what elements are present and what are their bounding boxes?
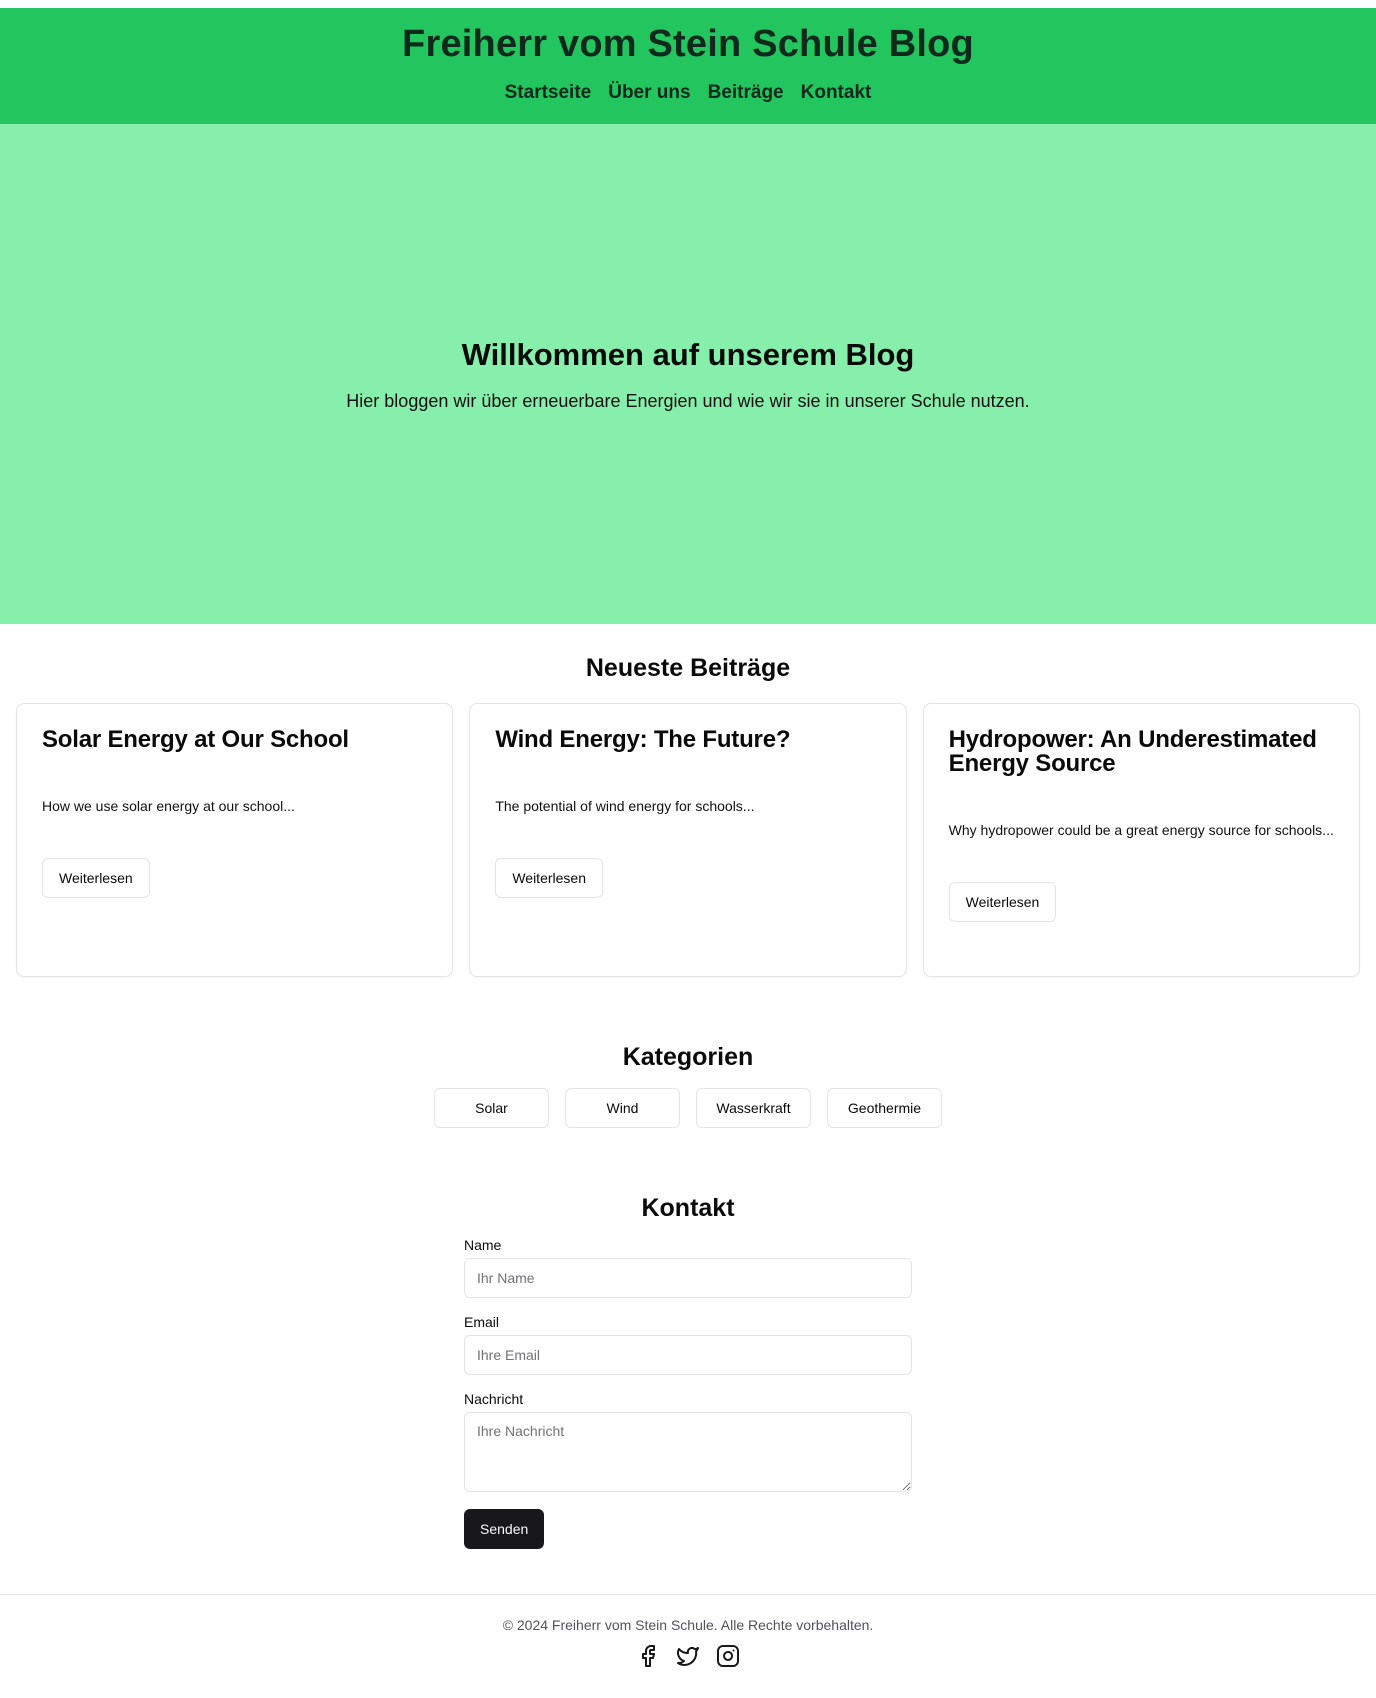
hero-title: Willkommen auf unserem Blog — [461, 336, 915, 372]
nav-link-startseite[interactable]: Startseite — [505, 82, 592, 104]
name-input[interactable] — [464, 1258, 912, 1298]
post-cards: Solar Energy at Our School How we use so… — [0, 683, 1376, 977]
post-card-excerpt: How we use solar energy at our school... — [42, 798, 295, 814]
facebook-icon[interactable] — [635, 1643, 661, 1669]
nav-link-ueber-uns[interactable]: Über uns — [608, 82, 690, 104]
nav-link-kontakt[interactable]: Kontakt — [801, 82, 872, 104]
top-strip — [0, 0, 1376, 8]
message-label: Nachricht — [464, 1391, 524, 1407]
contact-title: Kontakt — [641, 1194, 735, 1222]
site-footer: © 2024 Freiherr vom Stein Schule. Alle R… — [0, 1594, 1376, 1669]
nav-link-beitraege[interactable]: Beiträge — [708, 82, 784, 104]
posts-title: Neueste Beiträge — [585, 654, 791, 682]
copyright-text: © 2024 Freiherr vom Stein Schule. Alle R… — [502, 1617, 874, 1633]
post-card-title: Wind Energy: The Future? — [495, 726, 791, 753]
email-input[interactable] — [464, 1335, 912, 1375]
site-title: Freiherr vom Stein Schule Blog — [402, 23, 974, 65]
category-button-solar[interactable]: Solar — [434, 1088, 549, 1128]
instagram-icon[interactable] — [715, 1643, 741, 1669]
social-links — [0, 1643, 1376, 1669]
contact-form: Name Email Nachricht Senden — [464, 1237, 912, 1549]
post-card: Solar Energy at Our School How we use so… — [16, 703, 454, 977]
hero-subtitle: Hier bloggen wir über erneuerbare Energi… — [346, 390, 1030, 411]
email-label: Email — [464, 1314, 500, 1330]
hero-section: Willkommen auf unserem Blog Hier bloggen… — [0, 124, 1376, 624]
category-list: Solar Wind Wasserkraft Geothermie — [0, 1088, 1376, 1128]
main-nav: Startseite Über uns Beiträge Kontakt — [0, 82, 1376, 104]
post-card-title: Hydropower: An Underestimated Energy Sou… — [948, 726, 1317, 777]
site-header: Freiherr vom Stein Schule Blog Startseit… — [0, 8, 1376, 124]
post-card: Hydropower: An Underestimated Energy Sou… — [922, 703, 1360, 977]
message-field-group: Nachricht — [464, 1391, 912, 1497]
categories-title: Kategorien — [622, 1043, 754, 1071]
email-field-group: Email — [464, 1314, 912, 1375]
name-field-group: Name — [464, 1237, 912, 1298]
posts-section: Neueste Beiträge Solar Energy at Our Sch… — [0, 624, 1376, 977]
post-card-title: Solar Energy at Our School — [42, 726, 349, 753]
categories-section: Kategorien Solar Wind Wasserkraft Geothe… — [0, 977, 1376, 1128]
category-button-wind[interactable]: Wind — [565, 1088, 680, 1128]
category-button-wasserkraft[interactable]: Wasserkraft — [696, 1088, 811, 1128]
post-card-excerpt: The potential of wind energy for schools… — [495, 798, 755, 814]
message-textarea[interactable] — [464, 1412, 912, 1492]
read-more-button[interactable]: Weiterlesen — [42, 858, 150, 899]
submit-button[interactable]: Senden — [464, 1509, 545, 1549]
contact-section: Kontakt Name Email Nachricht Senden — [0, 1128, 1376, 1549]
read-more-button[interactable]: Weiterlesen — [948, 882, 1057, 923]
twitter-icon[interactable] — [675, 1643, 701, 1669]
post-card: Wind Energy: The Future? The potential o… — [469, 703, 907, 977]
post-card-excerpt: Why hydropower could be a great energy s… — [948, 822, 1334, 838]
read-more-button[interactable]: Weiterlesen — [495, 858, 603, 899]
category-button-geothermie[interactable]: Geothermie — [827, 1088, 942, 1128]
name-label: Name — [464, 1237, 502, 1253]
